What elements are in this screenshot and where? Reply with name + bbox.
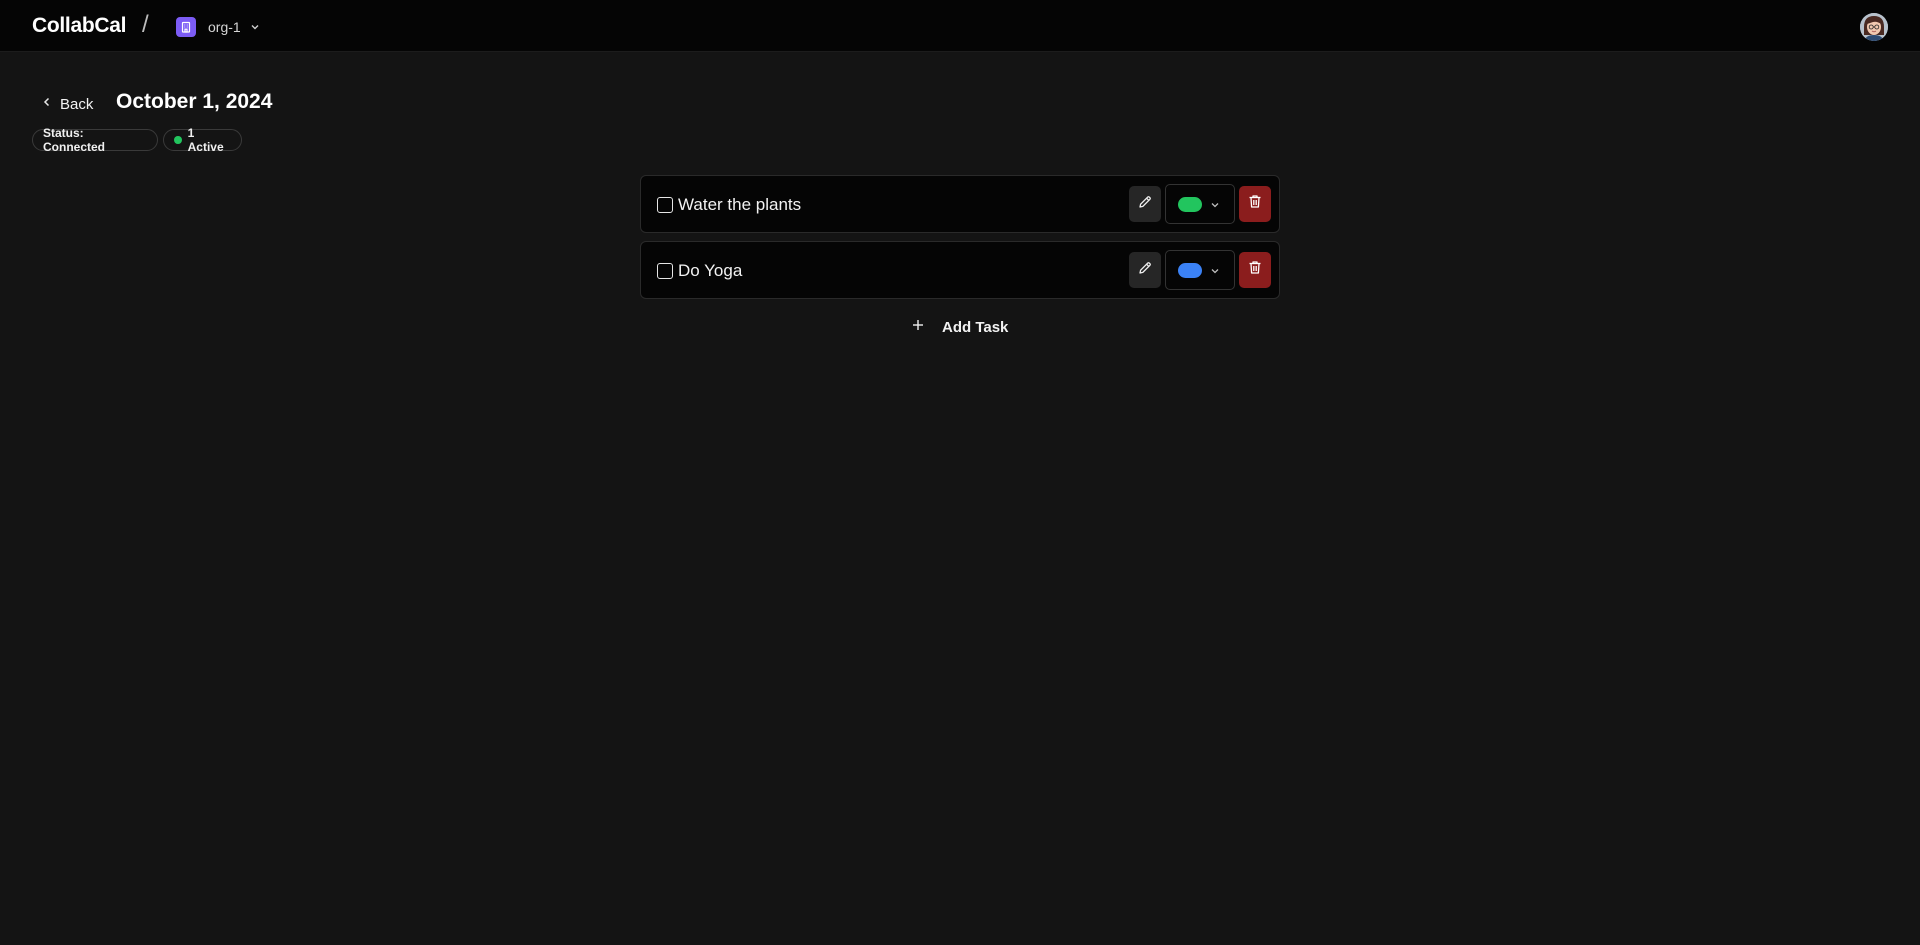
org-name: org-1 bbox=[208, 19, 241, 35]
delete-task-button[interactable] bbox=[1239, 186, 1271, 222]
plus-icon bbox=[912, 318, 924, 336]
trash-icon bbox=[1248, 194, 1262, 214]
task-checkbox[interactable] bbox=[657, 197, 673, 213]
chevron-left-icon bbox=[42, 95, 52, 113]
app-brand[interactable]: CollabCal bbox=[32, 14, 126, 38]
edit-task-button[interactable] bbox=[1129, 252, 1161, 288]
pencil-icon bbox=[1138, 195, 1152, 214]
task-title: Do Yoga bbox=[678, 261, 743, 280]
add-task-label: Add Task bbox=[942, 318, 1009, 336]
chevron-down-icon bbox=[1209, 264, 1221, 282]
task-checkbox[interactable] bbox=[657, 263, 673, 279]
task-row: Do Yoga bbox=[640, 241, 1280, 299]
top-bar: CollabCal / org-1 bbox=[0, 0, 1920, 52]
active-users-text: 1 Active bbox=[187, 126, 224, 154]
back-label: Back bbox=[60, 95, 94, 113]
trash-icon bbox=[1248, 260, 1262, 280]
page-title: October 1, 2024 bbox=[116, 90, 273, 113]
active-dot-icon bbox=[174, 136, 182, 144]
pencil-icon bbox=[1138, 261, 1152, 280]
task-title: Water the plants bbox=[678, 195, 802, 214]
chevron-down-icon bbox=[250, 22, 260, 32]
breadcrumb-separator: / bbox=[142, 11, 149, 38]
edit-task-button[interactable] bbox=[1129, 186, 1161, 222]
user-avatar[interactable] bbox=[1860, 13, 1888, 41]
back-button[interactable]: Back bbox=[42, 94, 93, 114]
task-row: Water the plants bbox=[640, 175, 1280, 233]
task-color-select[interactable] bbox=[1165, 250, 1235, 290]
chevron-down-icon bbox=[1209, 198, 1221, 216]
connection-status-badge: Status: Connected bbox=[32, 126, 158, 154]
color-swatch bbox=[1178, 263, 1202, 278]
building-icon bbox=[176, 17, 196, 37]
org-switcher[interactable]: org-1 bbox=[176, 17, 260, 37]
task-color-select[interactable] bbox=[1165, 184, 1235, 224]
connection-status-text: Status: Connected bbox=[43, 126, 106, 154]
add-task-button[interactable]: Add Task bbox=[912, 316, 1008, 338]
color-swatch bbox=[1178, 197, 1202, 212]
delete-task-button[interactable] bbox=[1239, 252, 1271, 288]
active-users-badge: 1 Active bbox=[163, 126, 242, 154]
